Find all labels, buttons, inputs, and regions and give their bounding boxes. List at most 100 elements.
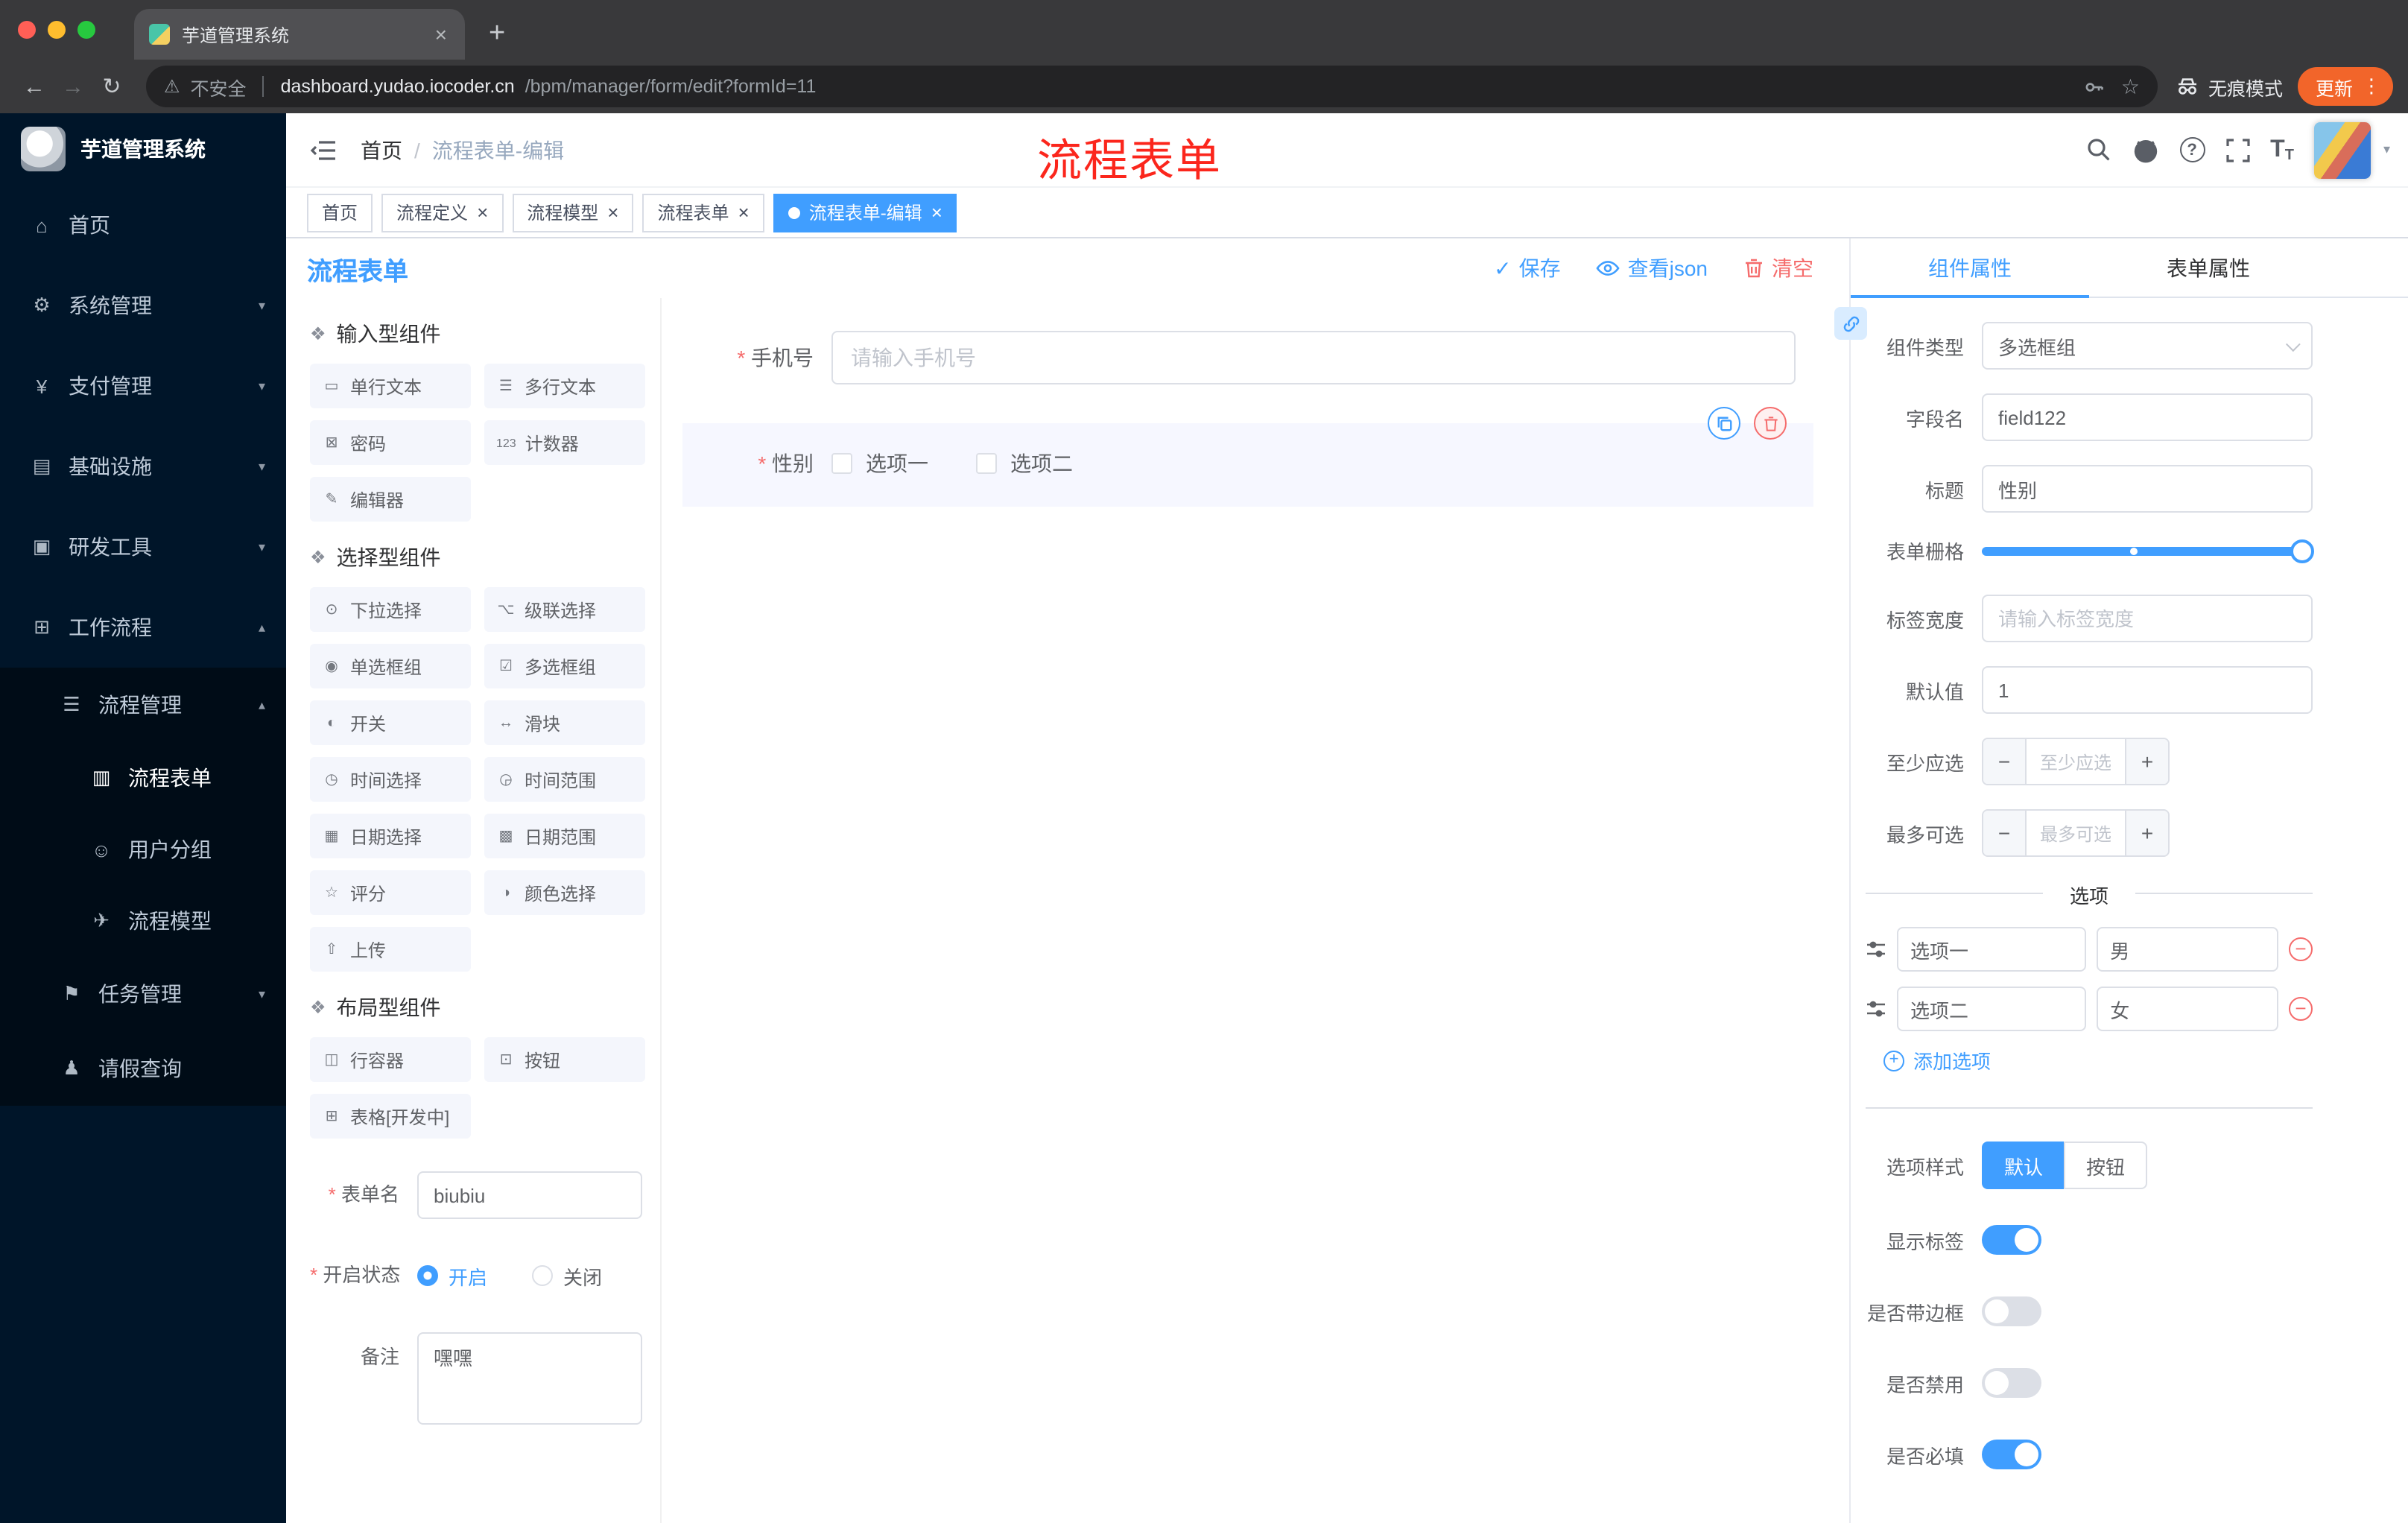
palette-component[interactable]: ⊙ 下拉选择 bbox=[310, 587, 471, 632]
option-name-input[interactable] bbox=[1897, 927, 2087, 972]
link-icon[interactable] bbox=[1834, 307, 1867, 340]
sidebar-item[interactable]: ✈ 流程模型 bbox=[0, 885, 286, 957]
add-option-button[interactable]: 添加选项 bbox=[1883, 1046, 2313, 1074]
plus-button[interactable] bbox=[2125, 811, 2168, 855]
drag-handle-icon[interactable] bbox=[1866, 998, 1886, 1019]
palette-component[interactable]: ⊡ 按钮 bbox=[484, 1037, 645, 1082]
remove-option-button[interactable] bbox=[2289, 937, 2313, 961]
toggle-switch[interactable] bbox=[1982, 1368, 2041, 1398]
slider-handle[interactable] bbox=[2290, 539, 2314, 563]
avatar-dropdown-icon[interactable]: ▾ bbox=[2383, 142, 2390, 158]
bookmark-star-icon[interactable]: ☆ bbox=[2121, 74, 2140, 99]
github-icon[interactable] bbox=[2132, 136, 2158, 163]
phone-input[interactable] bbox=[831, 331, 1796, 384]
sidebar-item[interactable]: ▤ 基础设施 ▾ bbox=[0, 426, 286, 507]
copy-widget-button[interactable] bbox=[1708, 407, 1740, 440]
checkbox-icon[interactable] bbox=[831, 453, 852, 474]
gender-option2-checkbox[interactable]: 选项二 bbox=[976, 449, 1073, 478]
hamburger-icon[interactable] bbox=[286, 138, 361, 162]
toggle-switch[interactable] bbox=[1982, 1225, 2041, 1255]
view-tag[interactable]: 流程模型 × bbox=[512, 193, 634, 232]
gender-field-row[interactable]: 性别 选项一 选项二 bbox=[682, 449, 1813, 478]
palette-component[interactable]: ☑ 多选框组 bbox=[484, 644, 645, 688]
tab-close-icon[interactable]: × bbox=[432, 22, 450, 46]
toggle-switch[interactable] bbox=[1982, 1296, 2041, 1326]
palette-component[interactable]: ⌥ 级联选择 bbox=[484, 587, 645, 632]
view-tag[interactable]: 首页 bbox=[307, 193, 373, 232]
back-icon[interactable]: ← bbox=[15, 67, 54, 106]
style-button-button[interactable]: 按钮 bbox=[2064, 1142, 2148, 1189]
browser-update-button[interactable]: 更新 ⋮ bbox=[2297, 67, 2393, 106]
address-bar[interactable]: ⚠ 不安全 dashboard.yudao.iocoder.cn /bpm/ma… bbox=[146, 66, 2158, 107]
grid-slider[interactable] bbox=[1982, 539, 2314, 563]
component-type-select[interactable]: 多选框组 bbox=[1982, 322, 2313, 370]
selected-widget-gender[interactable]: 性别 选项一 选项二 bbox=[682, 407, 1813, 507]
palette-component[interactable]: ◫ 行容器 bbox=[310, 1037, 471, 1082]
option-name-input[interactable] bbox=[1897, 987, 2087, 1031]
save-button[interactable]: ✓ 保存 bbox=[1494, 253, 1560, 283]
password-key-icon[interactable] bbox=[2084, 75, 2106, 98]
sidebar-item[interactable]: ▣ 研发工具 ▾ bbox=[0, 507, 286, 587]
fullscreen-icon[interactable] bbox=[2225, 138, 2249, 162]
phone-field-row[interactable]: 手机号 bbox=[682, 331, 1813, 384]
palette-component[interactable]: ▭ 单行文本 bbox=[310, 364, 471, 408]
new-tab-button[interactable]: + bbox=[489, 18, 505, 51]
close-icon[interactable]: × bbox=[931, 203, 942, 222]
min-checked-placeholder[interactable]: 至少应选 bbox=[2027, 739, 2125, 784]
status-on-radio[interactable]: 开启 bbox=[417, 1261, 487, 1290]
option-value-input[interactable] bbox=[2097, 987, 2278, 1031]
sidebar-item[interactable]: ⚙ 系统管理 ▾ bbox=[0, 265, 286, 346]
palette-component[interactable]: ◉ 单选框组 bbox=[310, 644, 471, 688]
sidebar-item[interactable]: ▥ 流程表单 bbox=[0, 742, 286, 814]
close-icon[interactable]: × bbox=[607, 203, 618, 222]
palette-component[interactable]: ⊞ 表格[开发中] bbox=[310, 1094, 471, 1139]
breadcrumb-home[interactable]: 首页 bbox=[361, 135, 402, 165]
clear-button[interactable]: 清空 bbox=[1743, 253, 1813, 283]
font-size-icon[interactable] bbox=[2270, 136, 2294, 163]
app-logo[interactable]: 芋道管理系统 bbox=[0, 113, 286, 185]
sidebar-item[interactable]: ☺ 用户分组 bbox=[0, 814, 286, 885]
status-off-radio[interactable]: 关闭 bbox=[532, 1261, 602, 1290]
minimize-window-button[interactable] bbox=[48, 21, 66, 39]
palette-component[interactable]: ↔ 滑块 bbox=[484, 700, 645, 745]
minus-button[interactable] bbox=[1983, 739, 2027, 784]
palette-component[interactable]: ◶ 时间范围 bbox=[484, 757, 645, 802]
checkbox-icon[interactable] bbox=[976, 453, 997, 474]
palette-component[interactable]: ☰ 多行文本 bbox=[484, 364, 645, 408]
form-canvas[interactable]: 手机号 bbox=[662, 298, 1849, 1523]
sidebar-item[interactable]: ¥ 支付管理 ▾ bbox=[0, 346, 286, 426]
toggle-switch[interactable] bbox=[1982, 1440, 2041, 1469]
palette-component[interactable]: 123 计数器 bbox=[484, 420, 645, 465]
close-icon[interactable]: × bbox=[738, 203, 750, 222]
remove-option-button[interactable] bbox=[2289, 997, 2313, 1021]
field-name-input[interactable] bbox=[1982, 393, 2313, 441]
close-window-button[interactable] bbox=[18, 21, 36, 39]
view-json-button[interactable]: 查看json bbox=[1597, 253, 1708, 283]
palette-component[interactable]: ◷ 时间选择 bbox=[310, 757, 471, 802]
plus-button[interactable] bbox=[2125, 739, 2168, 784]
help-icon[interactable] bbox=[2179, 137, 2205, 162]
drag-handle-icon[interactable] bbox=[1866, 939, 1886, 960]
view-tag[interactable]: 流程表单 × bbox=[642, 193, 764, 232]
palette-component[interactable]: ◑ 颜色选择 bbox=[484, 870, 645, 915]
search-icon[interactable] bbox=[2085, 137, 2111, 162]
tab-form-props[interactable]: 表单属性 bbox=[2089, 238, 2328, 297]
label-width-input[interactable] bbox=[1982, 595, 2313, 642]
view-tag[interactable]: 流程表单-编辑 × bbox=[773, 193, 957, 232]
default-value-input[interactable] bbox=[1982, 666, 2313, 714]
palette-component[interactable]: ✎ 编辑器 bbox=[310, 477, 471, 522]
max-checked-placeholder[interactable]: 最多可选 bbox=[2027, 811, 2125, 855]
palette-component[interactable]: ◐ 开关 bbox=[310, 700, 471, 745]
delete-widget-button[interactable] bbox=[1754, 407, 1787, 440]
avatar[interactable] bbox=[2314, 121, 2371, 178]
sidebar-item[interactable]: ☰ 流程管理 ▴ bbox=[0, 668, 286, 742]
minus-button[interactable] bbox=[1983, 811, 2027, 855]
security-label[interactable]: 不安全 bbox=[191, 72, 247, 101]
palette-component[interactable]: ☆ 评分 bbox=[310, 870, 471, 915]
palette-component[interactable]: ▦ 日期选择 bbox=[310, 814, 471, 858]
palette-component[interactable]: ⇧ 上传 bbox=[310, 927, 471, 972]
title-input[interactable] bbox=[1982, 465, 2313, 513]
gender-option1-checkbox[interactable]: 选项一 bbox=[831, 449, 928, 478]
sidebar-item[interactable]: ⌂ 首页 bbox=[0, 185, 286, 265]
style-default-button[interactable]: 默认 bbox=[1982, 1142, 2065, 1189]
